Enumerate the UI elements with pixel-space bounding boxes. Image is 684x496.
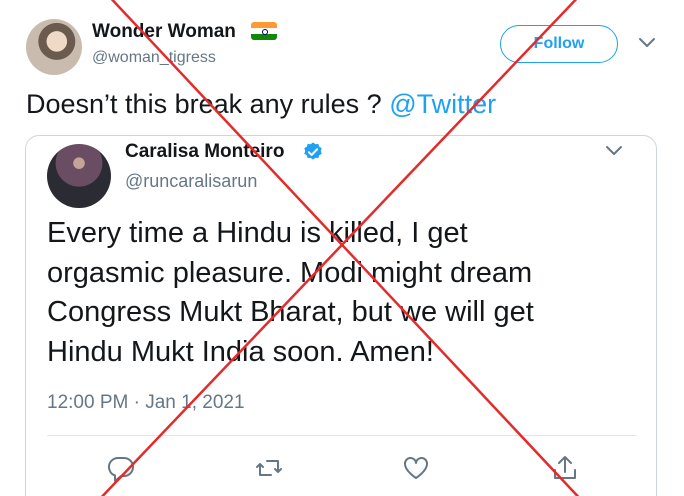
tweet-text-body: Doesn’t this break any rules ? bbox=[26, 89, 390, 119]
chevron-down-icon[interactable] bbox=[604, 144, 624, 158]
author-handle[interactable]: @woman_tigress bbox=[92, 49, 216, 67]
quoted-text-line: orgasmic pleasure. Modi might dream bbox=[47, 256, 533, 289]
reply-icon bbox=[107, 456, 134, 482]
author-name[interactable]: Wonder Woman bbox=[92, 21, 236, 43]
quoted-text-line: Hindu Mukt India soon. Amen! bbox=[47, 335, 434, 368]
quoted-tweet-text: Every time a Hindu is killed, I get orga… bbox=[47, 214, 637, 372]
quoted-author-handle[interactable]: @runcaralisarun bbox=[125, 171, 257, 192]
quoted-text-line: Congress Mukt Bharat, but we will get bbox=[47, 296, 534, 328]
quoted-author-name[interactable]: Caralisa Monteiro bbox=[125, 141, 284, 163]
india-flag-icon bbox=[251, 22, 277, 40]
retweet-button[interactable] bbox=[254, 453, 284, 483]
share-icon bbox=[554, 456, 576, 479]
quoted-author-avatar[interactable] bbox=[47, 144, 111, 208]
retweet-icon bbox=[256, 460, 282, 476]
share-button[interactable] bbox=[550, 453, 580, 483]
tweet-text: Doesn’t this break any rules ? @Twitter bbox=[26, 89, 496, 120]
author-avatar[interactable] bbox=[26, 19, 82, 75]
tweet-card: Wonder Woman @woman_tigress Follow Doesn… bbox=[0, 0, 684, 496]
chevron-down-icon[interactable] bbox=[637, 36, 657, 50]
verified-badge-icon bbox=[304, 142, 322, 160]
like-button[interactable] bbox=[401, 453, 431, 483]
follow-button[interactable]: Follow bbox=[500, 25, 618, 63]
heart-icon bbox=[404, 457, 428, 479]
divider bbox=[47, 435, 637, 436]
tweet-timestamp[interactable]: 12:00 PM · Jan 1, 2021 bbox=[47, 392, 245, 414]
reply-button[interactable] bbox=[106, 453, 136, 483]
mention-link[interactable]: @Twitter bbox=[389, 89, 496, 119]
quoted-text-line: Every time a Hindu is killed, I get bbox=[47, 217, 468, 249]
quoted-tweet[interactable]: Caralisa Monteiro @runcaralisarun Every … bbox=[25, 135, 657, 496]
